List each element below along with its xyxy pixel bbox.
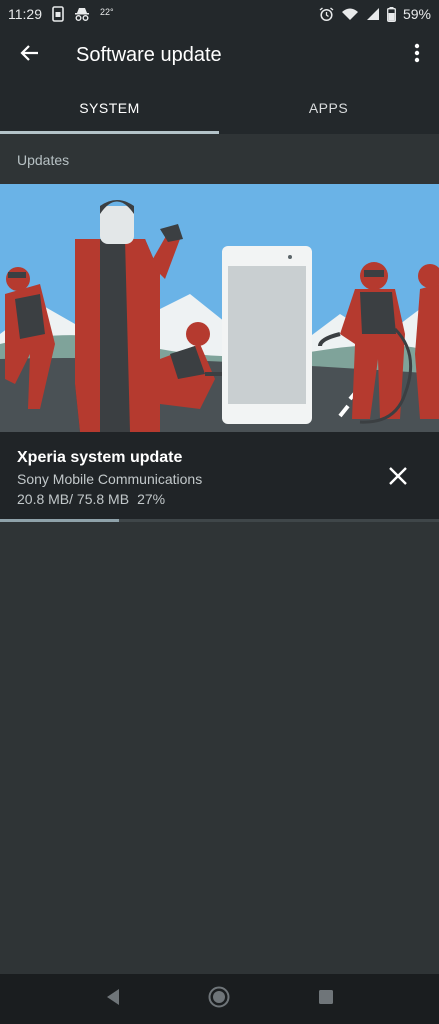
tab-apps[interactable]: APPS	[219, 82, 438, 134]
sim-card-icon	[52, 6, 64, 22]
tab-system[interactable]: SYSTEM	[0, 82, 219, 134]
status-bar: 11:29 22° 59%	[0, 0, 439, 28]
incognito-icon	[74, 7, 90, 21]
section-title-updates: Updates	[17, 152, 70, 168]
home-circle-icon	[208, 986, 230, 1013]
update-banner-illustration	[0, 184, 439, 432]
update-downloaded-size: 20.8 MB/ 75.8 MB	[17, 491, 130, 507]
close-icon	[388, 466, 408, 491]
update-percent: 27%	[137, 491, 166, 507]
back-triangle-icon	[105, 988, 121, 1011]
download-progress-fill	[0, 519, 119, 522]
overflow-menu-button[interactable]	[395, 28, 439, 82]
system-nav-bar	[0, 974, 439, 1024]
nav-back-button[interactable]	[93, 979, 133, 1019]
update-publisher: Sony Mobile Communications	[17, 471, 203, 487]
cancel-download-button[interactable]	[380, 460, 416, 496]
recents-square-icon	[318, 989, 334, 1010]
tab-bar: SYSTEM APPS	[0, 82, 439, 134]
signal-icon	[366, 7, 380, 21]
more-vert-icon	[414, 43, 420, 68]
wifi-icon	[341, 7, 359, 21]
app-bar: Software update	[0, 28, 439, 82]
download-progress-bar	[0, 519, 439, 522]
battery-icon	[387, 6, 396, 22]
page-title: Software update	[76, 43, 222, 66]
alarm-icon	[319, 6, 334, 22]
update-download-status: 20.8 MB/ 75.8 MB 27%	[17, 491, 165, 507]
nav-home-button[interactable]	[199, 979, 239, 1019]
update-card[interactable]: Xperia system update Sony Mobile Communi…	[0, 184, 439, 522]
battery-level: 59%	[402, 6, 431, 22]
arrow-back-icon	[20, 43, 40, 68]
back-button[interactable]	[0, 28, 60, 82]
nav-recents-button[interactable]	[306, 979, 346, 1019]
update-title: Xperia system update	[17, 449, 183, 466]
status-time: 11:29	[8, 6, 42, 22]
status-temperature: 22°	[100, 7, 114, 17]
